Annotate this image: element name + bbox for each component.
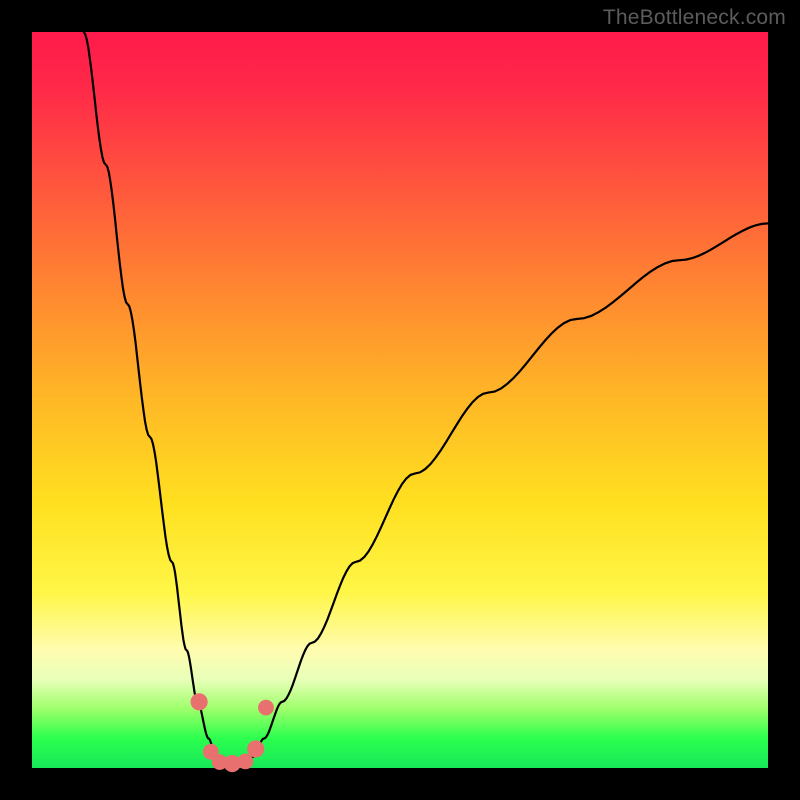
data-marker — [191, 693, 208, 710]
data-marker — [247, 740, 264, 757]
curve-left-branch — [84, 32, 222, 764]
watermark-text: TheBottleneck.com — [603, 6, 786, 30]
data-marker — [258, 700, 274, 716]
marker-group — [191, 693, 274, 772]
curve-right-branch — [245, 223, 768, 764]
bottleneck-curve — [32, 32, 768, 768]
chart-frame: TheBottleneck.com — [0, 0, 800, 800]
plot-area — [32, 32, 768, 768]
